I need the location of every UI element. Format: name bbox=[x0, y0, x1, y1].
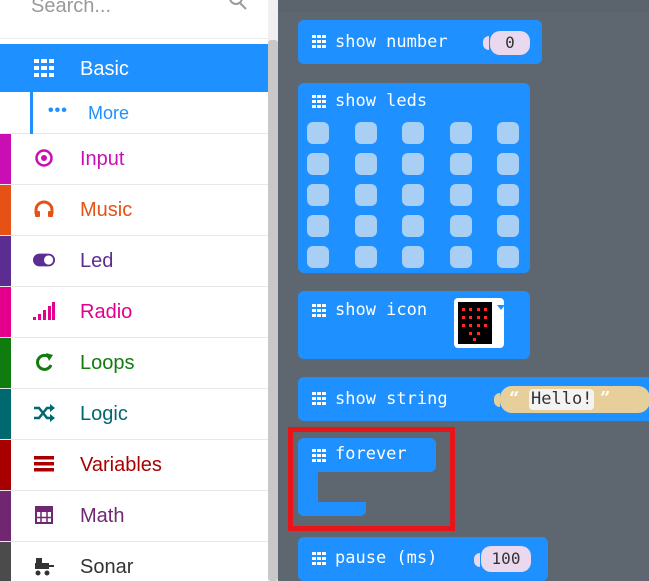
category-label: Music bbox=[80, 199, 133, 221]
led-cell[interactable] bbox=[354, 184, 377, 206]
led-cell[interactable] bbox=[449, 122, 472, 144]
category-music[interactable]: Music bbox=[0, 185, 268, 236]
led-cell[interactable] bbox=[497, 215, 519, 237]
search-box[interactable]: Search... bbox=[0, 0, 268, 39]
dropdown-arrow-icon bbox=[497, 305, 505, 310]
dots-icon: ••• bbox=[48, 102, 68, 119]
led-cell[interactable] bbox=[354, 215, 377, 237]
category-more[interactable]: ••• More bbox=[0, 92, 268, 134]
led-cell[interactable] bbox=[497, 246, 519, 268]
icon-picker[interactable] bbox=[454, 298, 505, 348]
led-cell[interactable] bbox=[402, 184, 424, 206]
toolbox-scrollbar-thumb[interactable] bbox=[268, 40, 278, 581]
pause-block[interactable]: pause (ms) 100 bbox=[298, 537, 548, 581]
category-label: More bbox=[88, 103, 130, 123]
led-cell[interactable] bbox=[497, 122, 519, 144]
toolbox: Search... Basic ••• More Input Music Led… bbox=[0, 0, 268, 581]
shuffle-icon bbox=[33, 402, 55, 424]
category-label: Logic bbox=[80, 403, 128, 425]
sonar-icon bbox=[33, 555, 55, 577]
led-cell[interactable] bbox=[354, 246, 377, 268]
led-cell[interactable] bbox=[497, 153, 519, 175]
led-cell[interactable] bbox=[307, 184, 329, 206]
grid-icon bbox=[312, 304, 326, 317]
led-cell[interactable] bbox=[307, 246, 329, 268]
toggle-icon bbox=[33, 249, 55, 271]
led-cell[interactable] bbox=[354, 153, 377, 175]
led-cell[interactable] bbox=[402, 215, 424, 237]
show-leds-block[interactable]: show leds bbox=[298, 83, 530, 273]
led-cell[interactable] bbox=[307, 122, 329, 144]
grid-icon bbox=[312, 35, 326, 48]
show-string-block[interactable]: show string “ Hello! ” bbox=[298, 377, 649, 421]
calculator-icon bbox=[33, 504, 55, 526]
category-label: Variables bbox=[80, 454, 162, 476]
list-lines-icon bbox=[33, 453, 55, 475]
led-cell[interactable] bbox=[497, 184, 519, 206]
category-variables[interactable]: Variables bbox=[0, 440, 268, 491]
open-quote-icon: “ bbox=[509, 388, 520, 409]
led-cell[interactable] bbox=[449, 215, 472, 237]
grid-icon bbox=[312, 392, 326, 405]
led-cell[interactable] bbox=[449, 246, 472, 268]
category-label: Led bbox=[80, 250, 114, 272]
block-label: pause (ms) bbox=[335, 548, 438, 568]
category-sonar[interactable]: Sonar bbox=[0, 542, 268, 581]
category-logic[interactable]: Logic bbox=[0, 389, 268, 440]
block-label: show string bbox=[335, 389, 448, 409]
category-led[interactable]: Led bbox=[0, 236, 268, 287]
headphones-icon bbox=[33, 198, 55, 220]
string-value[interactable]: Hello! bbox=[529, 389, 595, 410]
block-label: show leds bbox=[335, 91, 428, 111]
category-input[interactable]: Input bbox=[0, 134, 268, 185]
category-math[interactable]: Math bbox=[0, 491, 268, 542]
block-label: show number bbox=[335, 32, 448, 52]
led-cell[interactable] bbox=[402, 246, 424, 268]
category-radio[interactable]: Radio bbox=[0, 287, 268, 338]
category-basic[interactable]: Basic bbox=[0, 44, 268, 95]
led-cell[interactable] bbox=[449, 184, 472, 206]
category-label: Sonar bbox=[80, 556, 134, 578]
signal-bars-icon bbox=[33, 300, 55, 322]
grid-icon bbox=[312, 552, 326, 565]
led-cell[interactable] bbox=[402, 153, 424, 175]
category-label: Basic bbox=[80, 58, 129, 80]
string-input[interactable]: “ Hello! ” bbox=[500, 386, 649, 413]
loop-arrow-icon bbox=[33, 351, 55, 373]
close-quote-icon: ” bbox=[600, 388, 611, 409]
pause-ms-input[interactable]: 100 bbox=[481, 546, 531, 572]
block-label: show icon bbox=[335, 300, 428, 320]
led-cell[interactable] bbox=[307, 153, 329, 175]
category-label: Math bbox=[80, 505, 125, 527]
led-cell[interactable] bbox=[354, 122, 377, 144]
led-cell[interactable] bbox=[307, 215, 329, 237]
target-icon bbox=[33, 147, 55, 169]
led-cell[interactable] bbox=[402, 122, 424, 144]
category-label: Input bbox=[80, 148, 125, 170]
highlight-box bbox=[288, 427, 455, 531]
show-number-block[interactable]: show number 0 bbox=[298, 20, 542, 64]
search-input[interactable]: Search... bbox=[31, 0, 111, 18]
category-label: Loops bbox=[80, 352, 135, 374]
grid-icon bbox=[312, 95, 326, 108]
led-cell[interactable] bbox=[449, 153, 472, 175]
search-icon[interactable] bbox=[226, 0, 250, 12]
category-loops[interactable]: Loops bbox=[0, 338, 268, 389]
heart-icon-preview bbox=[458, 302, 492, 344]
category-label: Radio bbox=[80, 301, 133, 323]
number-input[interactable]: 0 bbox=[490, 31, 530, 55]
grid-icon bbox=[33, 57, 55, 79]
